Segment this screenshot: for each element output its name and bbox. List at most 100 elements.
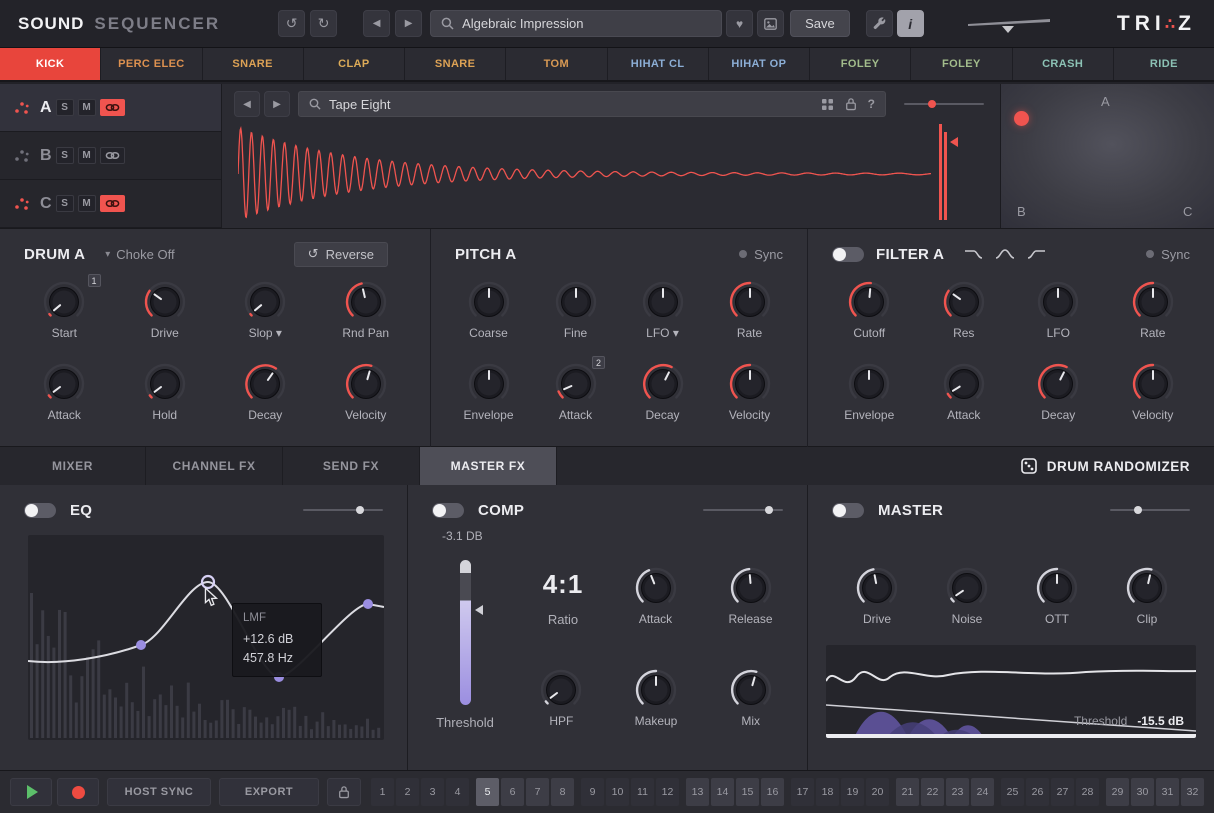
host-sync-button[interactable]: HOST SYNC — [107, 778, 211, 806]
pattern-lock-button[interactable] — [327, 778, 361, 806]
knob-envelope[interactable]: Envelope — [445, 361, 532, 422]
link-button[interactable] — [100, 147, 125, 164]
threshold-slider[interactable] — [460, 560, 471, 705]
layer-volume-slider[interactable] — [904, 97, 984, 111]
link-button[interactable] — [100, 99, 125, 116]
knob-cutoff[interactable]: Cutoff — [822, 279, 917, 340]
prev-preset-button[interactable]: ◀ — [363, 10, 390, 37]
info-button[interactable]: i — [897, 10, 924, 37]
knob-decay[interactable]: Decay — [619, 361, 706, 422]
step-21[interactable]: 21 — [896, 778, 919, 806]
prev-sample-button[interactable]: ◀ — [234, 91, 260, 117]
output-level-slider[interactable] — [968, 12, 1054, 36]
knob-attack[interactable]: Attack — [917, 361, 1012, 422]
eq-graph[interactable]: LMF +12.6 dB 457.8 Hz — [28, 535, 384, 740]
meter-marker-icon[interactable] — [950, 137, 958, 147]
knob-makeup[interactable]: Makeup — [609, 667, 704, 728]
pad-ride[interactable]: RIDE — [1114, 48, 1214, 80]
step-30[interactable]: 30 — [1131, 778, 1154, 806]
knob-start[interactable]: 1Start — [14, 279, 115, 340]
knob-velocity[interactable]: Velocity — [316, 361, 417, 422]
knob-noise[interactable]: Noise — [922, 565, 1012, 626]
solo-button[interactable]: S — [56, 195, 74, 212]
pad-kick[interactable]: KICK — [0, 48, 101, 80]
knob-drive[interactable]: Drive — [115, 279, 216, 340]
help-icon[interactable]: ? — [868, 97, 875, 111]
undo-button[interactable]: ↺ — [278, 10, 305, 37]
pad-snare[interactable]: SNARE — [405, 48, 506, 80]
step-15[interactable]: 15 — [736, 778, 759, 806]
pad-tom[interactable]: TOM — [506, 48, 607, 80]
link-button[interactable] — [100, 195, 125, 212]
next-sample-button[interactable]: ▶ — [264, 91, 290, 117]
save-button[interactable]: Save — [790, 10, 850, 37]
step-24[interactable]: 24 — [971, 778, 994, 806]
tab-channel-fx[interactable]: CHANNEL FX — [146, 447, 283, 485]
highpass-filter-icon[interactable] — [1024, 245, 1048, 263]
drum-randomizer-button[interactable]: DRUM RANDOMIZER — [1021, 447, 1190, 485]
mute-button[interactable]: M — [78, 147, 96, 164]
sample-waveform[interactable] — [238, 122, 938, 226]
step-14[interactable]: 14 — [711, 778, 734, 806]
sample-name-bar[interactable]: Tape Eight ? — [298, 91, 886, 117]
eq-mix-slider[interactable] — [303, 503, 383, 517]
slider-handle[interactable] — [356, 506, 364, 514]
step-16[interactable]: 16 — [761, 778, 784, 806]
tab-mixer[interactable]: MIXER — [0, 447, 146, 485]
record-button[interactable] — [57, 778, 99, 806]
step-10[interactable]: 10 — [606, 778, 629, 806]
step-1[interactable]: 1 — [371, 778, 394, 806]
pad-perc-elec[interactable]: PERC ELEC — [101, 48, 202, 80]
knob-rate[interactable]: Rate — [706, 279, 793, 340]
step-29[interactable]: 29 — [1106, 778, 1129, 806]
knob-rnd-pan[interactable]: Rnd Pan — [316, 279, 417, 340]
play-button[interactable] — [10, 778, 52, 806]
pad-hihat-op[interactable]: HIHAT OP — [709, 48, 810, 80]
step-11[interactable]: 11 — [631, 778, 654, 806]
comp-mix-slider[interactable] — [703, 503, 783, 517]
knob-release[interactable]: Release — [703, 565, 798, 626]
knob-res[interactable]: Res — [917, 279, 1012, 340]
knob-clip[interactable]: Clip — [1102, 565, 1192, 626]
choke-selector[interactable]: ▾ Choke Off — [105, 247, 174, 262]
step-27[interactable]: 27 — [1051, 778, 1074, 806]
knob-lfo[interactable]: LFO — [1011, 279, 1106, 340]
layer-xy-pad[interactable]: A B C — [1001, 84, 1214, 228]
step-20[interactable]: 20 — [866, 778, 889, 806]
step-31[interactable]: 31 — [1156, 778, 1179, 806]
step-23[interactable]: 23 — [946, 778, 969, 806]
knob-attack[interactable]: 2Attack — [532, 361, 619, 422]
xy-position-dot[interactable] — [1014, 111, 1029, 126]
knob-fine[interactable]: Fine — [532, 279, 619, 340]
knob-decay[interactable]: Decay — [1011, 361, 1106, 422]
knob-slop[interactable]: Slop ▾ — [215, 279, 316, 340]
next-preset-button[interactable]: ▶ — [395, 10, 422, 37]
redo-button[interactable]: ↻ — [310, 10, 337, 37]
pitch-sync-toggle[interactable]: Sync — [739, 247, 783, 262]
pad-foley[interactable]: FOLEY — [911, 48, 1012, 80]
favorite-button[interactable]: ♥ — [726, 10, 753, 37]
step-28[interactable]: 28 — [1076, 778, 1099, 806]
step-22[interactable]: 22 — [921, 778, 944, 806]
filter-sync-toggle[interactable]: Sync — [1146, 247, 1190, 262]
filter-enable-toggle[interactable] — [832, 247, 864, 262]
knob-rate[interactable]: Rate — [1106, 279, 1201, 340]
step-19[interactable]: 19 — [841, 778, 864, 806]
eq-enable-toggle[interactable] — [24, 503, 56, 518]
master-mix-slider[interactable] — [1110, 503, 1190, 517]
export-button[interactable]: EXPORT — [219, 778, 319, 806]
solo-button[interactable]: S — [56, 99, 74, 116]
lock-icon[interactable] — [845, 97, 857, 111]
step-8[interactable]: 8 — [551, 778, 574, 806]
knob-mix[interactable]: Mix — [703, 667, 798, 728]
step-25[interactable]: 25 — [1001, 778, 1024, 806]
knob-decay[interactable]: Decay — [215, 361, 316, 422]
bandpass-filter-icon[interactable] — [993, 245, 1017, 263]
slider-handle[interactable] — [765, 506, 773, 514]
step-17[interactable]: 17 — [791, 778, 814, 806]
ratio-control[interactable]: 4:1 Ratio — [518, 569, 608, 627]
pad-crash[interactable]: CRASH — [1013, 48, 1114, 80]
solo-button[interactable]: S — [56, 147, 74, 164]
page-tab-sequencer[interactable]: SEQUENCER — [94, 14, 220, 34]
mute-button[interactable]: M — [78, 195, 96, 212]
